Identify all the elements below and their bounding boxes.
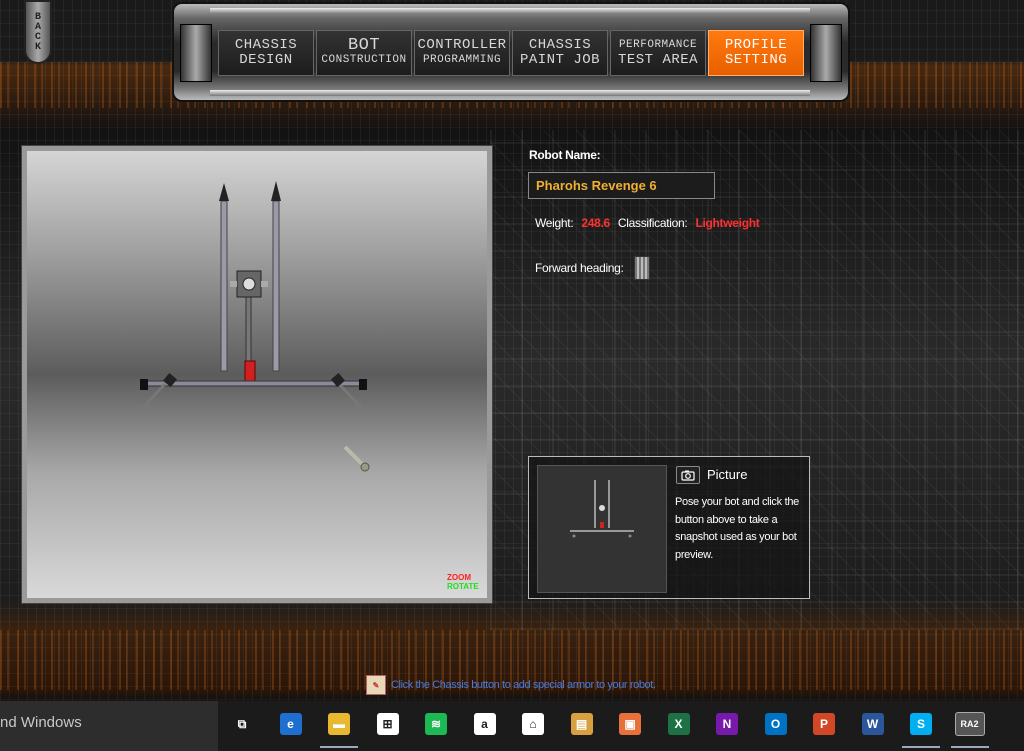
tab-chassis-paint-job[interactable]: CHASSIS PAINT JOB (512, 30, 608, 76)
taskbar-amazon-button[interactable]: a (462, 701, 508, 747)
picture-description: Pose your bot and click the button above… (675, 496, 799, 561)
camera-icon (681, 470, 695, 481)
rotate-label: ROTATE (447, 582, 479, 591)
taskbar-word-button[interactable]: W (850, 701, 896, 747)
zoom-rotate-legend[interactable]: ZOOM ROTATE (447, 573, 479, 591)
robot-name-label: Robot Name: (529, 148, 601, 162)
tip-text: Click the Chassis button to add special … (391, 679, 656, 691)
bot-preview-image (537, 465, 667, 593)
tab-profile-setting[interactable]: PROFILE SETTING (708, 30, 804, 76)
robot-model (140, 181, 370, 472)
taskbar-search[interactable]: nd Windows (0, 701, 218, 751)
picture-panel: Picture Pose your bot and click the butt… (528, 456, 810, 599)
excel-icon: X (667, 713, 690, 735)
word-icon: W (861, 713, 884, 735)
classification-label: Classification: (617, 216, 688, 230)
taskbar-skype-button[interactable]: S (898, 701, 944, 748)
forward-heading-control[interactable] (633, 256, 650, 280)
taskbar-powerpoint-button[interactable]: P (801, 701, 847, 747)
store-icon: ⊞ (376, 713, 399, 735)
robot-name-input[interactable] (528, 172, 715, 199)
task-view-icon: ⧉ (231, 713, 253, 735)
photos-icon: ▣ (619, 713, 641, 735)
notes-icon: ▤ (570, 713, 593, 735)
tab-chassis-design[interactable]: CHASSIS DESIGN (218, 30, 314, 76)
taskbar-home-button[interactable]: ⌂ (510, 701, 556, 747)
taskbar: nd Windows ⧉ e ▬ ⊞ ≋ a ⌂ ▤ ▣ X N O P W S RA2 (0, 701, 1024, 751)
weight-label: Weight: (535, 216, 574, 230)
taskbar-onenote-button[interactable]: N (704, 701, 750, 747)
home-icon: ⌂ (522, 713, 544, 735)
tip-bar: ✎ Click the Chassis button to add specia… (366, 675, 656, 695)
classification-value: Lightweight (695, 216, 760, 230)
taskbar-outlook-button[interactable]: O (753, 701, 799, 747)
camera-button[interactable] (676, 466, 700, 484)
nav-tabs: CHASSIS DESIGN BOT CONSTRUCTION CONTROLL… (218, 30, 804, 76)
forward-heading-label: Forward heading: (535, 261, 624, 275)
picture-title: Picture (707, 467, 748, 482)
taskbar-edge-button[interactable]: e (268, 701, 314, 747)
file-explorer-icon: ▬ (328, 713, 350, 735)
amazon-icon: a (473, 713, 496, 735)
forward-heading-row: Forward heading: (535, 256, 650, 280)
zoom-label: ZOOM (447, 573, 471, 582)
weight-value: 248.6 (581, 216, 610, 230)
taskbar-spotify-button[interactable]: ≋ (413, 701, 459, 747)
edge-icon: e (279, 713, 302, 735)
taskbar-photos-button[interactable]: ▣ (607, 701, 653, 747)
spotify-icon: ≋ (425, 713, 447, 735)
back-button-label: BACK (32, 12, 44, 52)
stats-row: Weight: 248.6 Classification: Lightweigh… (535, 216, 760, 230)
taskbar-task-view-button[interactable]: ⧉ (219, 701, 265, 747)
skype-icon: S (910, 713, 932, 735)
bot-viewer[interactable]: ZOOM ROTATE (21, 145, 493, 604)
taskbar-ra2-button[interactable]: RA2 (947, 701, 993, 748)
taskbar-store-button[interactable]: ⊞ (365, 701, 411, 747)
powerpoint-icon: P (813, 713, 835, 735)
taskbar-file-explorer-button[interactable]: ▬ (316, 701, 362, 748)
outlook-icon: O (764, 713, 787, 735)
tab-performance-test-area[interactable]: PERFORMANCE TEST AREA (610, 30, 706, 76)
onenote-icon: N (716, 713, 738, 735)
taskbar-excel-button[interactable]: X (656, 701, 702, 747)
back-button[interactable]: BACK (24, 0, 52, 64)
ra2-icon: RA2 (954, 712, 985, 736)
tab-bot-construction[interactable]: BOT CONSTRUCTION (316, 30, 412, 76)
tip-icon: ✎ (366, 675, 386, 695)
taskbar-notes-button[interactable]: ▤ (559, 701, 605, 747)
tab-controller-programming[interactable]: CONTROLLER PROGRAMMING (414, 30, 510, 76)
